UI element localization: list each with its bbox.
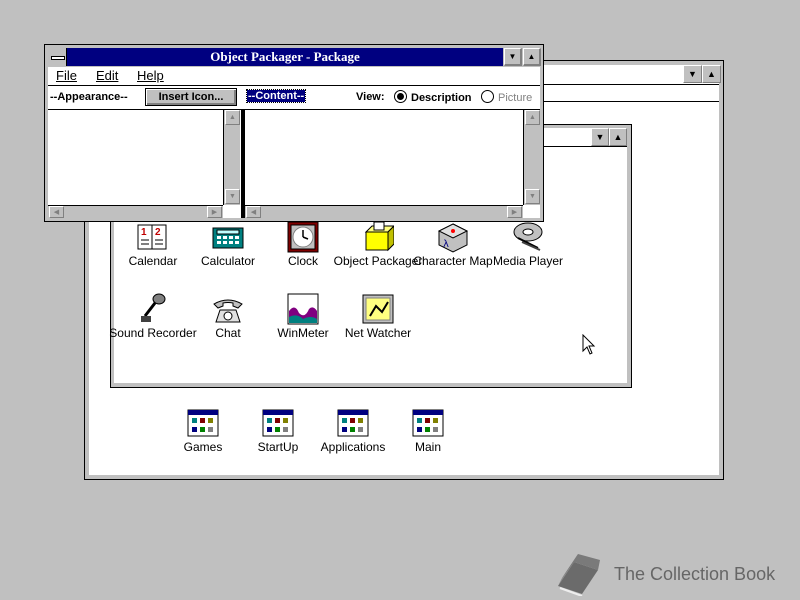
svg-text:1: 1 — [141, 227, 147, 238]
scroll-down-arrow-icon[interactable]: ▼ — [525, 189, 540, 204]
book-icon — [558, 554, 600, 596]
appearance-vscrollbar[interactable]: ▲ ▼ — [223, 110, 240, 205]
package-icon — [364, 221, 394, 252]
clock-icon — [287, 221, 319, 253]
menu-edit[interactable]: Edit — [96, 67, 118, 85]
microphone-icon — [141, 293, 166, 322]
character-map-icon: λ — [437, 223, 469, 253]
minimize-button[interactable]: ▼ — [591, 128, 609, 146]
system-menu-button[interactable] — [48, 48, 67, 66]
system-menu-icon — [51, 56, 65, 60]
appearance-hscrollbar[interactable]: ◀ ▶ — [48, 205, 223, 218]
view-picture-label: Picture — [498, 92, 533, 104]
program-group-icon — [262, 409, 294, 437]
calculator-icon — [212, 227, 244, 249]
watermark-text: The Collection Book — [614, 564, 776, 584]
scroll-right-arrow-icon[interactable]: ▶ — [507, 206, 522, 218]
view-description-radio[interactable] — [394, 90, 408, 104]
window-title: Object Packager - Package — [210, 49, 360, 64]
menu-help[interactable]: Help — [137, 67, 164, 85]
scroll-up-arrow-icon[interactable]: ▲ — [225, 110, 240, 125]
maximize-button[interactable]: ▲ — [609, 128, 627, 146]
program-group-icon — [187, 409, 219, 437]
minimize-button[interactable]: ▼ — [504, 48, 522, 66]
scroll-left-arrow-icon[interactable]: ◀ — [246, 206, 261, 218]
net-watcher-icon — [362, 294, 394, 324]
content-pane[interactable]: ▲ ▼ ◀ ▶ — [245, 109, 540, 218]
insert-icon-button[interactable]: Insert Icon... — [145, 88, 237, 106]
object-packager-window: Object Packager - Package ▼ ▲ File Edit … — [44, 44, 544, 222]
content-hscrollbar[interactable]: ◀ ▶ — [245, 205, 523, 218]
appearance-pane[interactable]: ▲ ▼ ◀ ▶ — [48, 109, 241, 218]
radio-dot — [397, 93, 404, 100]
minimize-button[interactable]: ▼ — [683, 65, 702, 83]
insert-icon-label: Insert Icon... — [158, 91, 224, 103]
menu-bar: File Edit Help — [48, 67, 540, 86]
scroll-right-arrow-icon[interactable]: ▶ — [207, 206, 222, 218]
film-reel-icon — [513, 222, 543, 251]
scroll-up-arrow-icon[interactable]: ▲ — [525, 110, 540, 125]
menu-file[interactable]: File — [56, 67, 77, 85]
view-label: View: — [356, 91, 385, 103]
content-label[interactable]: --Content-- — [245, 89, 307, 103]
radio-circle — [481, 90, 494, 103]
program-group-icon — [337, 409, 369, 437]
packager-titlebar[interactable]: Object Packager - Package — [67, 48, 503, 66]
content-vscrollbar[interactable]: ▲ ▼ — [523, 110, 540, 205]
mouse-cursor-icon — [582, 334, 596, 355]
appearance-label: --Appearance-- — [50, 91, 128, 103]
group-icon-label: Main — [414, 440, 441, 454]
svg-text:λ: λ — [443, 239, 449, 250]
telephone-icon — [213, 299, 243, 323]
view-description-label[interactable]: Description — [411, 92, 472, 104]
scroll-down-arrow-icon[interactable]: ▼ — [225, 189, 240, 204]
maximize-button[interactable]: ▲ — [523, 48, 541, 66]
meter-chart-icon — [287, 293, 319, 325]
svg-text:2: 2 — [155, 227, 161, 238]
program-item-label: Media Player — [492, 254, 564, 268]
calendar-icon: 1 2 — [137, 224, 167, 250]
scroll-left-arrow-icon[interactable]: ◀ — [49, 206, 64, 218]
maximize-button[interactable]: ▲ — [702, 65, 721, 83]
program-item-label: Net Watcher — [344, 326, 412, 340]
view-picture-radio[interactable] — [481, 90, 495, 104]
program-group-icon — [412, 409, 444, 437]
